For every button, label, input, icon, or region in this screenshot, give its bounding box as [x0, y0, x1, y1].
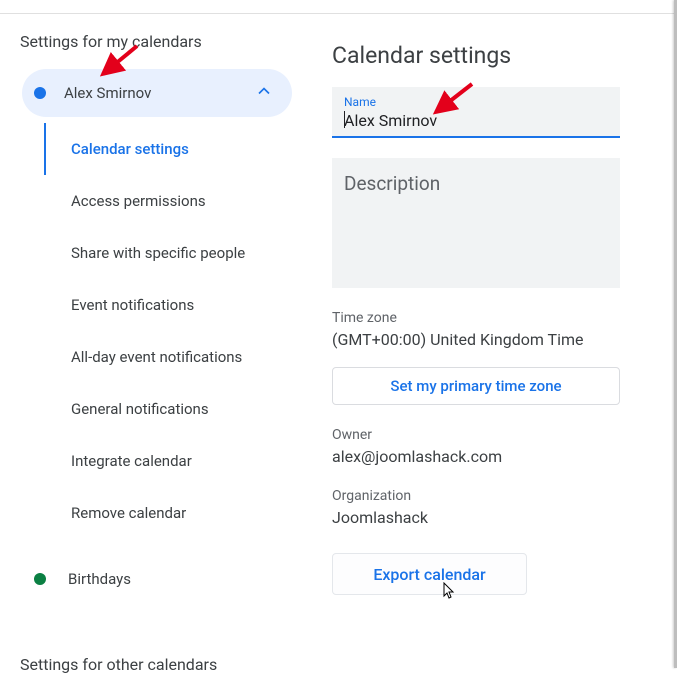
calendar-alex-smirnov[interactable]: Alex Smirnov: [22, 69, 292, 117]
owner-label: Owner: [332, 427, 659, 443]
name-input[interactable]: Alex Smirnov: [344, 111, 437, 130]
description-label: Description: [344, 172, 608, 195]
chevron-up-icon: [254, 81, 274, 105]
owner-value: alex@joomlashack.com: [332, 447, 659, 466]
cursor-pointer-icon: [441, 582, 457, 606]
nav-remove-calendar[interactable]: Remove calendar: [44, 487, 299, 539]
export-calendar-button[interactable]: Export calendar: [332, 553, 527, 595]
calendar-color-dot: [34, 87, 46, 99]
name-field[interactable]: Name Alex Smirnov: [332, 87, 620, 138]
calendar-color-dot: [34, 573, 46, 585]
nav-event-notifications[interactable]: Event notifications: [44, 279, 299, 331]
set-primary-timezone-button[interactable]: Set my primary time zone: [332, 367, 620, 405]
nav-general-notifications[interactable]: General notifications: [44, 383, 299, 435]
description-field[interactable]: Description: [332, 158, 620, 288]
nav-calendar-settings[interactable]: Calendar settings: [44, 123, 299, 175]
nav-allday-notifications[interactable]: All-day event notifications: [44, 331, 299, 383]
section-my-calendars: Settings for my calendars: [20, 32, 332, 51]
nav-share-specific[interactable]: Share with specific people: [44, 227, 299, 279]
page-title: Calendar settings: [332, 42, 659, 69]
organization-label: Organization: [332, 488, 659, 504]
timezone-value: (GMT+00:00) United Kingdom Time: [332, 330, 659, 349]
divider: [0, 13, 674, 14]
text-cursor: [344, 111, 345, 128]
nav-access-permissions[interactable]: Access permissions: [44, 175, 299, 227]
section-other-calendars: Settings for other calendars: [20, 655, 332, 674]
calendar-birthdays[interactable]: Birthdays: [34, 559, 332, 599]
nav-integrate-calendar[interactable]: Integrate calendar: [44, 435, 299, 487]
name-label: Name: [344, 95, 608, 109]
calendar-birthdays-label: Birthdays: [68, 570, 131, 588]
calendar-name-label: Alex Smirnov: [64, 84, 151, 102]
timezone-label: Time zone: [332, 310, 659, 326]
organization-value: Joomlashack: [332, 508, 659, 527]
